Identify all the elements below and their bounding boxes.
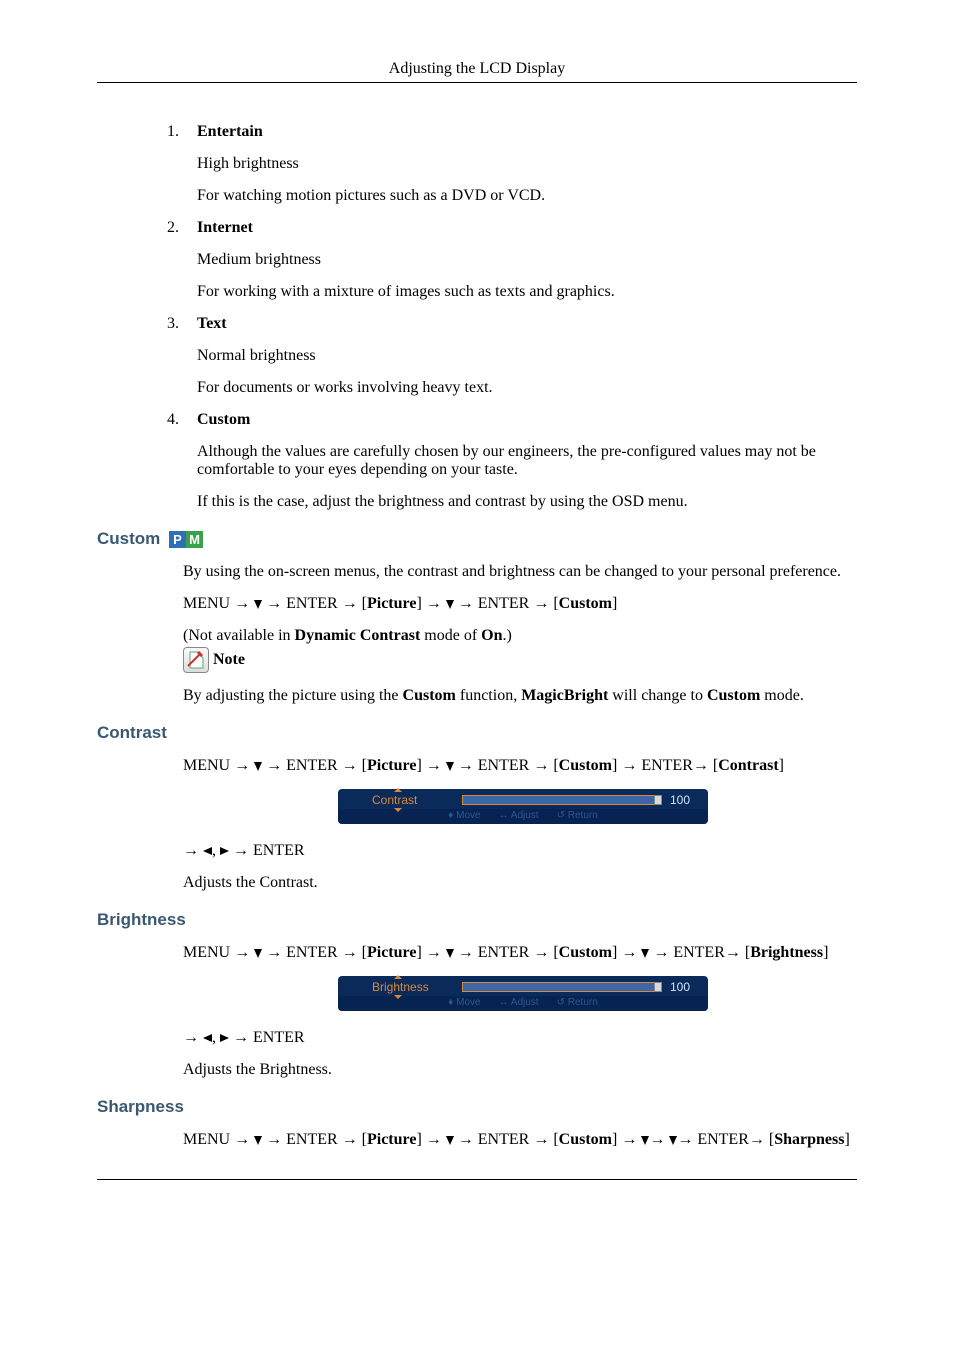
custom-nav-path: MENU → → ENTER → [Picture] → → ENTER → [… (183, 595, 857, 613)
brightness-desc: Adjusts the Brightness. (183, 1061, 857, 1079)
down-arrow-icon (446, 1136, 454, 1145)
p-icon: P (169, 531, 186, 548)
note-label: Note (213, 651, 245, 669)
right-arrow-icon (220, 1034, 229, 1042)
osd-slider-handle[interactable] (654, 795, 662, 805)
contrast-tail-path: → , → ENTER (183, 842, 857, 860)
mode-item-text: Text Normal brightness For documents or … (183, 315, 857, 397)
page: Adjusting the LCD Display Entertain High… (0, 0, 954, 1220)
left-arrow-icon (203, 1034, 212, 1042)
contrast-nav-path: MENU → → ENTER → [Picture] → → ENTER → [… (183, 757, 857, 775)
osd-bar-wrap: 100 (462, 980, 698, 994)
page-header-title: Adjusting the LCD Display (97, 60, 857, 78)
down-arrow-icon (254, 762, 262, 771)
osd-label: Brightness (372, 980, 442, 994)
down-arrow-icon (446, 949, 454, 958)
mode-body: High brightness For watching motion pict… (197, 155, 857, 205)
down-arrow-icon (254, 949, 262, 958)
osd-hint-return: ↺ Return (557, 997, 598, 1008)
osd-hint-return: ↺ Return (557, 810, 598, 821)
left-arrow-icon (203, 847, 212, 855)
mode-item-entertain: Entertain High brightness For watching m… (183, 123, 857, 205)
section-heading-contrast: Contrast (97, 723, 857, 743)
osd-bar-wrap: 100 (462, 793, 698, 807)
down-arrow-icon (641, 949, 649, 958)
osd-label: Contrast (372, 793, 442, 807)
custom-not-available: (Not available in Dynamic Contrast mode … (183, 627, 857, 645)
mode-item-internet: Internet Medium brightness For working w… (183, 219, 857, 301)
mode-line: If this is the case, adjust the brightne… (197, 493, 857, 511)
mode-line: Medium brightness (197, 251, 857, 269)
contrast-desc: Adjusts the Contrast. (183, 874, 857, 892)
custom-note-body: By adjusting the picture using the Custo… (183, 687, 857, 705)
mode-list: Entertain High brightness For watching m… (183, 123, 857, 511)
section-heading-brightness: Brightness (97, 910, 857, 930)
note-icon (183, 647, 209, 673)
osd-brightness: Brightness 100 ♦ Move ↔ Adjust ↺ Return (338, 976, 708, 1011)
mode-line: For watching motion pictures such as a D… (197, 187, 857, 205)
down-arrow-icon (446, 762, 454, 771)
osd-slider-handle[interactable] (654, 982, 662, 992)
osd-top: Brightness 100 (338, 976, 708, 996)
down-arrow-icon (641, 1136, 649, 1145)
footer-rule (97, 1179, 857, 1180)
osd-hint-move: ♦ Move (448, 997, 480, 1008)
down-arrow-icon (446, 600, 454, 609)
mode-line: For working with a mixture of images suc… (197, 283, 857, 301)
osd-hint-adjust: ↔ Adjust (499, 810, 539, 821)
mode-item-custom: Custom Although the values are carefully… (183, 411, 857, 511)
down-arrow-icon (669, 1136, 677, 1145)
mode-line: For documents or works involving heavy t… (197, 379, 857, 397)
down-arrow-icon (254, 600, 262, 609)
right-arrow-icon (220, 847, 229, 855)
pm-badge: P M (169, 531, 203, 548)
mode-title: Custom (197, 411, 250, 428)
m-icon: M (186, 531, 203, 548)
header-rule (97, 82, 857, 83)
osd-hint-move: ♦ Move (448, 810, 480, 821)
mode-line: Although the values are carefully chosen… (197, 443, 857, 479)
osd-value: 100 (670, 793, 698, 807)
mode-body: Normal brightness For documents or works… (197, 347, 857, 397)
mode-body: Medium brightness For working with a mix… (197, 251, 857, 301)
osd-contrast: Contrast 100 ♦ Move ↔ Adjust ↺ Return (338, 789, 708, 824)
mode-body: Although the values are carefully chosen… (197, 443, 857, 511)
sharpness-nav-path: MENU → → ENTER → [Picture] → → ENTER → [… (183, 1131, 857, 1149)
custom-intro: By using the on-screen menus, the contra… (183, 563, 857, 581)
brightness-content: MENU → → ENTER → [Picture] → → ENTER → [… (183, 944, 857, 1079)
note-row: Note (183, 647, 857, 673)
mode-line: Normal brightness (197, 347, 857, 365)
heading-text: Custom (97, 529, 160, 548)
mode-line: High brightness (197, 155, 857, 173)
custom-content: By using the on-screen menus, the contra… (183, 563, 857, 705)
brightness-nav-path: MENU → → ENTER → [Picture] → → ENTER → [… (183, 944, 857, 962)
contrast-content: MENU → → ENTER → [Picture] → → ENTER → [… (183, 757, 857, 892)
brightness-tail-path: → , → ENTER (183, 1029, 857, 1047)
osd-hint-adjust: ↔ Adjust (499, 997, 539, 1008)
osd-top: Contrast 100 (338, 789, 708, 809)
down-arrow-icon (254, 1136, 262, 1145)
mode-title: Text (197, 315, 227, 332)
mode-title: Entertain (197, 123, 263, 140)
osd-slider[interactable] (462, 982, 662, 992)
section-heading-sharpness: Sharpness (97, 1097, 857, 1117)
osd-slider[interactable] (462, 795, 662, 805)
sharpness-content: MENU → → ENTER → [Picture] → → ENTER → [… (183, 1131, 857, 1149)
mode-title: Internet (197, 219, 253, 236)
osd-value: 100 (670, 980, 698, 994)
section-heading-custom: Custom P M (97, 529, 857, 549)
